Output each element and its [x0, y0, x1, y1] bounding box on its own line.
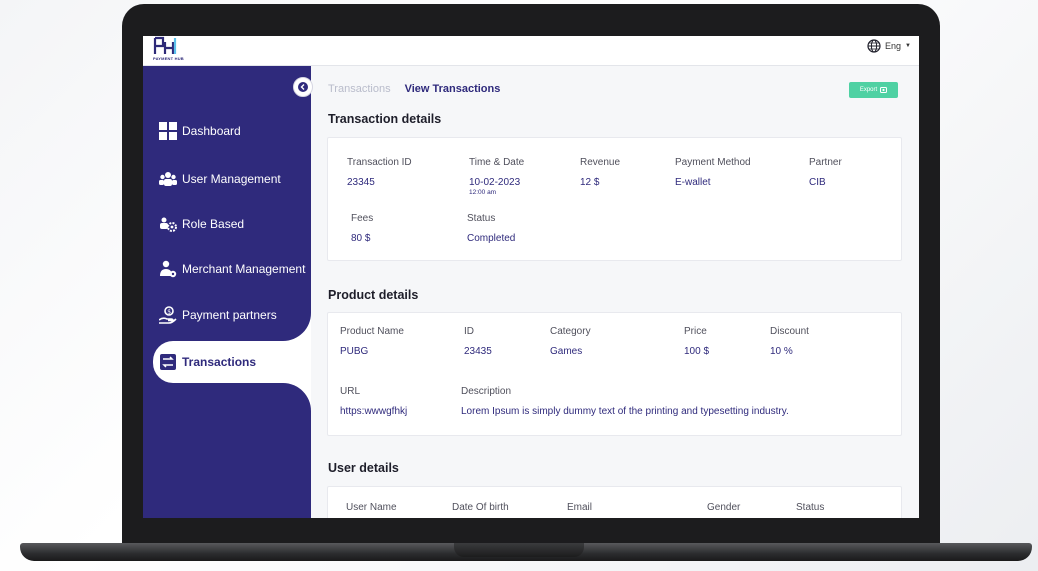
column-header: User Name [346, 502, 397, 513]
logo-text: PAYMENT HUB [153, 56, 184, 61]
field-value: 23345 [347, 177, 375, 188]
sidebar-item-label: Dashboard [182, 124, 241, 138]
chevron-left-icon [298, 82, 308, 92]
field-label: Price [684, 326, 707, 337]
field-label: Status [467, 213, 496, 224]
field-time-date: Time & Date 10-02-2023 12:00 am [469, 157, 524, 196]
field-label: Transaction ID [347, 157, 412, 168]
breadcrumb-parent[interactable]: Transactions [328, 83, 391, 95]
sidebar-item-role-based[interactable]: Role Based [158, 215, 244, 233]
export-label: Export [859, 87, 878, 93]
product-url-link[interactable]: https:wwwgfhkj [340, 406, 407, 417]
app-screen: PAYMENT HUB Eng ▼ Dashboard User Managem… [143, 36, 919, 518]
field-value: Lorem Ipsum is simply dummy text of the … [461, 406, 789, 417]
sidebar-item-dashboard[interactable]: Dashboard [158, 122, 241, 140]
field-category: Category Games [550, 326, 591, 357]
field-description: Description Lorem Ipsum is simply dummy … [461, 386, 789, 417]
field-label: Discount [770, 326, 809, 337]
svg-text:$: $ [167, 308, 171, 315]
field-value: 100 $ [684, 346, 710, 357]
field-value: Completed [467, 233, 516, 244]
field-value: E-wallet [675, 177, 711, 188]
field-product-id: ID 23435 [464, 326, 492, 357]
breadcrumb: Transactions View Transactions [328, 83, 500, 95]
field-value: Games [550, 346, 583, 357]
sidebar-item-payment-partners[interactable]: $ Payment partners [158, 306, 277, 324]
field-label: Product Name [340, 326, 404, 337]
collapse-sidebar-button[interactable] [293, 77, 313, 97]
sidebar-item-transactions[interactable]: Transactions [158, 353, 256, 371]
field-value: CIB [809, 177, 826, 188]
field-label: Payment Method [675, 157, 751, 168]
column-header: Email [567, 502, 593, 513]
sidebar-item-label: Payment partners [182, 308, 277, 322]
main-content: Transactions View Transactions Export Tr… [311, 66, 919, 518]
language-label: Eng [885, 41, 902, 51]
field-revenue: Revenue 12 $ [580, 157, 620, 188]
product-details-card: Product Name PUBG ID 23435 Category Game… [327, 312, 902, 436]
field-label: Category [550, 326, 591, 337]
transactions-icon [158, 353, 178, 371]
column-header: Date Of birth [452, 502, 509, 513]
field-price: Price 100 $ [684, 326, 709, 357]
field-value: 12 $ [580, 177, 600, 188]
sidebar-item-merchant-management[interactable]: Merchant Management [158, 260, 305, 278]
sidebar-item-user-management[interactable]: User Management [158, 170, 281, 188]
transaction-details-card: Transaction ID 23345 Time & Date 10-02-2… [327, 137, 902, 261]
field-label: Time & Date [469, 157, 525, 168]
field-value: 23435 [464, 346, 492, 357]
field-partner: Partner CIB [809, 157, 842, 188]
field-transaction-id: Transaction ID 23345 [347, 157, 412, 188]
field-value: 80 $ [351, 233, 371, 244]
globe-icon [867, 39, 881, 53]
user-details-title: User details [328, 461, 399, 475]
merchant-icon [158, 260, 178, 278]
user-details-card: User Name Date Of birth Email Gender Sta… [327, 486, 902, 518]
field-url: URL https:wwwgfhkj [340, 386, 407, 417]
product-details-title: Product details [328, 288, 419, 302]
sidebar: Dashboard User Management Role Based Mer… [143, 66, 311, 518]
transaction-details-title: Transaction details [328, 112, 442, 126]
sidebar-item-label: User Management [182, 172, 281, 186]
sidebar-item-label: Transactions [182, 355, 257, 369]
field-label: Fees [351, 213, 374, 224]
field-label: Partner [809, 157, 842, 168]
dashboard-icon [158, 122, 178, 140]
app-logo[interactable]: PAYMENT HUB [153, 36, 197, 64]
column-header: Gender [707, 502, 741, 513]
field-value: PUBG [340, 346, 369, 357]
top-bar: PAYMENT HUB Eng ▼ [143, 36, 919, 66]
field-fees: Fees 80 $ [351, 213, 373, 244]
column-header: Status [796, 502, 825, 513]
language-selector[interactable]: Eng ▼ [867, 39, 911, 53]
field-label: ID [464, 326, 474, 337]
logo-mark-icon [153, 36, 177, 54]
sidebar-item-label: Merchant Management [182, 262, 306, 276]
laptop-notch [454, 543, 584, 557]
field-value: 10 % [770, 346, 793, 357]
field-discount: Discount 10 % [770, 326, 809, 357]
users-icon [158, 170, 178, 188]
field-status: Status Completed [467, 213, 515, 244]
field-value: 10-02-2023 [469, 177, 521, 188]
field-label: Description [461, 386, 512, 397]
field-label: URL [340, 386, 361, 397]
field-product-name: Product Name PUBG [340, 326, 404, 357]
breadcrumb-current: View Transactions [404, 83, 501, 95]
sidebar-item-label: Role Based [182, 217, 245, 231]
field-payment-method: Payment Method E-wallet [675, 157, 751, 188]
chevron-down-icon: ▼ [905, 43, 911, 49]
field-subvalue: 12:00 am [469, 189, 497, 196]
partner-icon: $ [158, 306, 178, 324]
export-button[interactable]: Export [849, 82, 898, 98]
roles-icon [158, 215, 178, 233]
field-label: Revenue [580, 157, 621, 168]
export-icon [880, 87, 888, 93]
